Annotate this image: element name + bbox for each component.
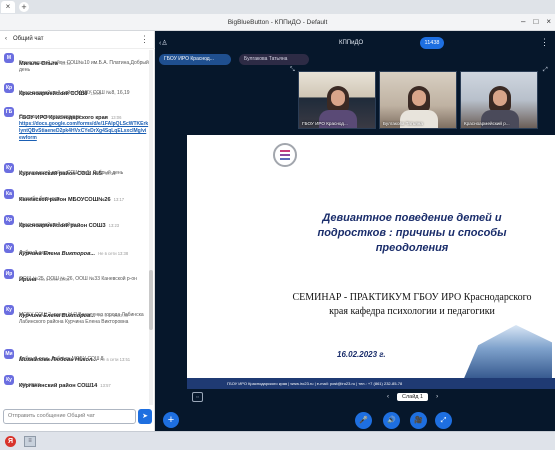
slide-date: 16.02.2023 г. <box>337 350 386 359</box>
survey-link[interactable]: https://docs.google.com/forms/d/e/1FAIpQ… <box>19 121 149 142</box>
avatar: Ку <box>4 163 14 173</box>
camera-icon[interactable]: 🎥 <box>410 412 427 429</box>
message-text: ООШ №25, ООШ № 26, ООШ №33 Каневской р-о… <box>19 276 137 282</box>
close-window-icon[interactable]: × <box>546 17 551 26</box>
chat-panel: ‹ Общий чат ⋮ М Мигаль Ольга 13:12 Брюхов… <box>0 31 155 431</box>
file-manager-icon[interactable]: ≡ <box>24 436 36 447</box>
webcam-tile[interactable]: Красноармейский р... <box>460 71 538 129</box>
participant-body <box>319 110 357 128</box>
os-taskbar: Я ≡ <box>0 431 555 450</box>
expand-icon[interactable]: ⤢ <box>543 67 548 74</box>
presentation-slide[interactable]: Девиантное поведение детей и подростков … <box>187 135 555 389</box>
chat-header: ‹ Общий чат ⋮ <box>0 31 155 49</box>
window-buttons: – □ × <box>521 17 551 26</box>
chat-scrollbar[interactable] <box>149 50 153 405</box>
slide-subtitle: СЕМИНАР - ПРАКТИКУМ ГБОУ ИРО Краснодарск… <box>292 292 532 317</box>
message-text-line: Ссылка на анкетирование: <box>19 114 82 120</box>
participant-body <box>400 110 438 128</box>
participant-face <box>493 90 507 106</box>
meeting-options-icon[interactable]: ⋮ <box>540 37 549 48</box>
avatar: Ми <box>4 349 14 359</box>
avatar: Ку <box>4 305 14 315</box>
screen: × + BigBlueButton - КППиДО - Default – □… <box>0 0 555 450</box>
avatar: Кр <box>4 83 14 93</box>
slide-heading: Девиантное поведение детей и подростков … <box>317 212 507 254</box>
message-text: Добрый день <box>19 250 50 256</box>
message-text: спасибо большое <box>19 196 60 202</box>
window-titlebar: BigBlueButton - КППиДО - Default – □ × <box>0 14 555 31</box>
participant-face <box>331 90 345 106</box>
slide-select[interactable]: Слайд 1 <box>397 393 429 401</box>
avatar: Ка <box>4 189 14 199</box>
message-text: Брюховецкий район СОШ№10 им.Б.А. Платина… <box>19 60 149 73</box>
slide-footer: ГБОУ ИРО Краснодарского края | www.iro23… <box>187 378 555 389</box>
yandex-browser-icon[interactable]: Я <box>5 436 16 447</box>
institute-logo-icon <box>273 143 297 167</box>
next-slide-icon[interactable]: › <box>436 394 438 400</box>
minimize-icon[interactable]: – <box>521 17 525 26</box>
close-tab-icon[interactable]: × <box>6 3 11 11</box>
avatar: М <box>4 53 14 63</box>
send-message-button[interactable]: ➤ <box>138 409 152 424</box>
participant-body <box>481 110 519 128</box>
avatar: Ку <box>4 375 14 385</box>
chat-message-list[interactable]: М Мигаль Ольга 13:12 Брюховецкий район СО… <box>0 50 150 405</box>
message-text: Красноармейский район <box>19 222 76 228</box>
message-text: Добрый день,Лабинск,МОБУ СОШ 8 <box>19 356 104 362</box>
chat-scroll-thumb[interactable] <box>149 270 153 330</box>
avatar: Ку <box>4 243 14 253</box>
participant-face <box>412 90 426 106</box>
chat-options-icon[interactable]: ⋮ <box>140 34 149 45</box>
webcam-label: Булгакова Татьяна <box>383 121 423 126</box>
previous-slide-icon[interactable]: ‹ <box>387 394 389 400</box>
presenter-pill[interactable]: ГБОУ ИРО Краснод... <box>159 54 231 65</box>
chat-title: Общий чат <box>13 36 44 42</box>
message-text: Курганинский район СОШ № 5, Добрый день <box>19 170 124 176</box>
slide-navigation: ‹ Слайд 1 › <box>387 393 438 401</box>
window-title: BigBlueButton - КППиДО - Default <box>227 19 328 26</box>
avatar: Ир <box>4 269 14 279</box>
actions-button[interactable]: + <box>163 412 179 428</box>
message-text: Ссылка на анкетирование: https://docs.go… <box>19 114 149 142</box>
avatar: Кр <box>4 215 14 225</box>
presentation-area: ‹♙ КППиДО 11438 ⋮ ГБОУ ИРО Краснод... Бу… <box>155 31 555 431</box>
expand-icon[interactable]: ⤡ <box>290 67 295 74</box>
toggle-user-list-icon[interactable]: ‹♙ <box>159 39 168 47</box>
webcam-label: Красноармейский р... <box>464 121 510 126</box>
recording-timer: 11438 <box>420 37 444 49</box>
building-image <box>462 325 552 383</box>
back-icon[interactable]: ‹ <box>5 36 7 42</box>
audio-icon[interactable]: 🔊 <box>383 412 400 429</box>
talking-indicator-pill[interactable]: Булгакова Татьяна <box>239 54 309 65</box>
message-text: нет звука <box>19 382 41 388</box>
layout-toggle-icon[interactable]: ⇔ <box>192 392 203 402</box>
webcam-tile[interactable]: ГБОУ ИРО Краснод... <box>298 71 376 129</box>
microphone-icon[interactable]: 🎤 <box>355 412 372 429</box>
meeting-name: КППиДО <box>339 40 364 46</box>
webcam-tile[interactable]: Булгакова Татьяна <box>379 71 457 129</box>
webcam-label: ГБОУ ИРО Краснод... <box>302 121 348 126</box>
browser-tab[interactable]: × <box>1 1 15 13</box>
browser-tab-strip: × + <box>0 0 555 14</box>
message-text: Красноармейский район МАОУ СОШ №8, 16,19 <box>19 90 130 96</box>
maximize-icon[interactable]: □ <box>533 17 538 26</box>
avatar: ГБ <box>4 107 14 117</box>
message-text: МОБУ СОШ 2 имени Н.Я.Василенко города Ла… <box>19 312 144 325</box>
new-tab-button[interactable]: + <box>19 2 29 12</box>
screen-share-icon[interactable]: ⤢ <box>435 412 452 429</box>
chat-message-input[interactable]: Отправить сообщение Общий чат <box>3 409 136 424</box>
